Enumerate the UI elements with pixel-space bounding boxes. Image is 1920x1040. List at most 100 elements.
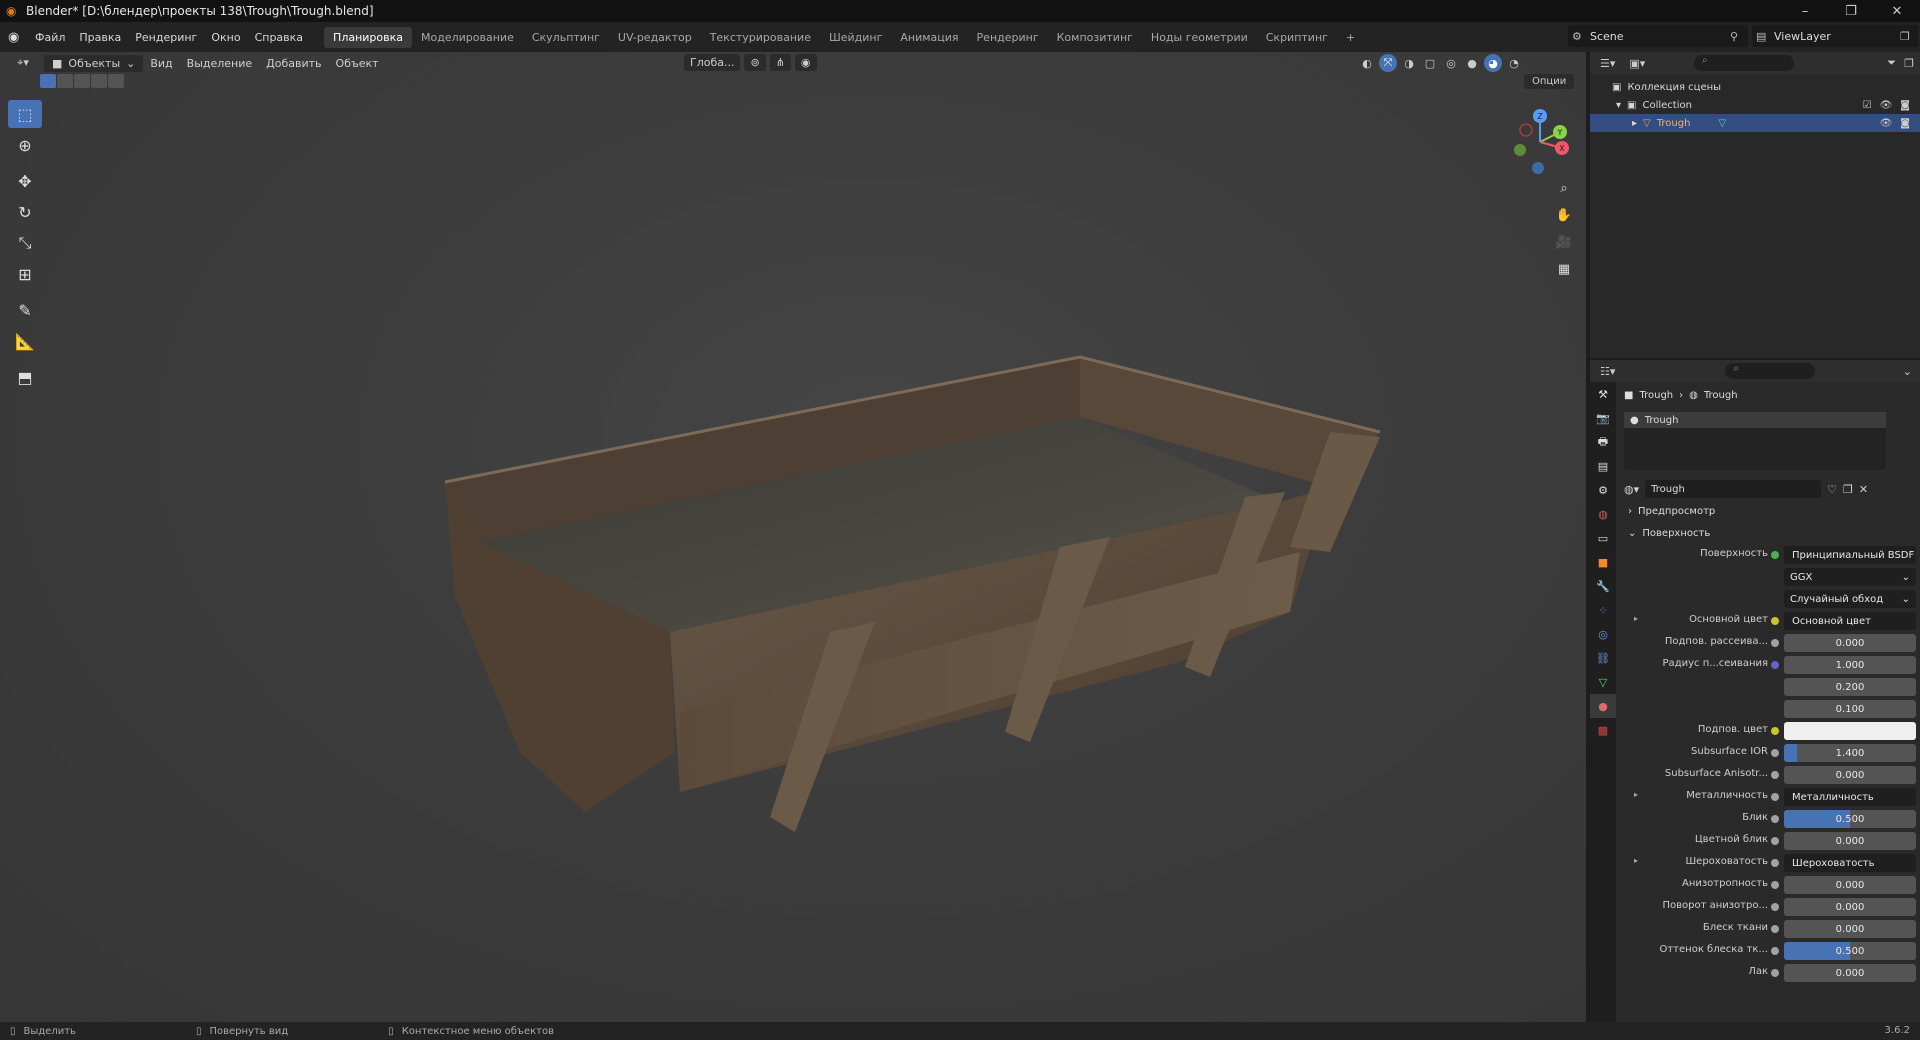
- mesh-data-icon[interactable]: ▽: [1718, 118, 1726, 129]
- property-field[interactable]: 0.000: [1784, 876, 1916, 894]
- property-field[interactable]: 0.000: [1784, 766, 1916, 784]
- physics-tab-icon[interactable]: ◎: [1590, 622, 1616, 646]
- tab-rendering[interactable]: Рендеринг: [968, 27, 1048, 48]
- blender-menu-icon[interactable]: ◉: [8, 30, 28, 45]
- socket-icon[interactable]: [1771, 793, 1779, 801]
- transform-tool-icon[interactable]: ⊞: [8, 260, 42, 288]
- menu-view[interactable]: Вид: [143, 57, 179, 70]
- material-slot-list[interactable]: ● Trough: [1624, 412, 1886, 470]
- outliner-search-input[interactable]: ⌕: [1694, 55, 1794, 71]
- socket-icon[interactable]: [1771, 969, 1779, 977]
- property-field[interactable]: 0.000: [1784, 920, 1916, 938]
- gizmo-neg-z[interactable]: [1532, 162, 1544, 174]
- menu-add[interactable]: Добавить: [259, 57, 328, 70]
- add-workspace-button[interactable]: +: [1337, 27, 1364, 48]
- particles-tab-icon[interactable]: ⁘: [1590, 598, 1616, 622]
- property-field[interactable]: 0.000: [1784, 898, 1916, 916]
- rendered-shading-icon[interactable]: ◔: [1505, 54, 1523, 72]
- pivot-icon[interactable]: ⊚: [744, 54, 766, 71]
- menu-window[interactable]: Окно: [204, 31, 247, 44]
- checkbox-icon[interactable]: ☑: [1863, 100, 1872, 111]
- gizmo-neg-x[interactable]: [1519, 123, 1533, 137]
- select-box-tool-icon[interactable]: ⬚: [8, 100, 42, 128]
- properties-search-input[interactable]: ⌕: [1725, 363, 1816, 379]
- modifier-tab-icon[interactable]: 🔧: [1590, 574, 1616, 598]
- color-swatch[interactable]: [1784, 722, 1916, 740]
- 3d-viewport[interactable]: ⌖▾ ■ Объекты ⌄ Вид Выделение Добавить Об…: [0, 52, 1586, 1022]
- select-intersect-icon[interactable]: [108, 74, 124, 88]
- property-dropdown[interactable]: Случайный обход ⌄: [1784, 590, 1916, 608]
- new-collection-icon[interactable]: ❐: [1904, 57, 1914, 70]
- filter-icon[interactable]: ⏷: [1887, 56, 1896, 70]
- camera-icon[interactable]: ◙: [1900, 118, 1910, 129]
- pan-hand-icon[interactable]: ✋: [1552, 203, 1576, 227]
- tab-geometry-nodes[interactable]: Ноды геометрии: [1142, 27, 1257, 48]
- minimize-button[interactable]: –: [1782, 0, 1828, 22]
- scene-selector[interactable]: ⚙ Scene ⚲: [1568, 25, 1748, 47]
- menu-render[interactable]: Рендеринг: [128, 31, 204, 44]
- menu-edit[interactable]: Правка: [72, 31, 128, 44]
- maximize-button[interactable]: ❐: [1828, 0, 1874, 22]
- chevron-down-icon[interactable]: ⌄: [1903, 365, 1912, 378]
- surface-panel-header[interactable]: ⌄ Поверхность: [1620, 522, 1920, 544]
- measure-tool-icon[interactable]: 📐: [8, 327, 42, 355]
- property-field[interactable]: 0.000: [1784, 964, 1916, 982]
- socket-icon[interactable]: [1771, 859, 1779, 867]
- ortho-grid-icon[interactable]: ▦: [1552, 257, 1576, 281]
- display-mode-icon[interactable]: ▣▾: [1629, 57, 1645, 70]
- socket-icon[interactable]: [1771, 727, 1779, 735]
- property-field[interactable]: 0.500: [1784, 810, 1916, 828]
- move-tool-icon[interactable]: ✥: [8, 167, 42, 195]
- navigation-gizmo[interactable]: Y X Z: [1500, 102, 1580, 182]
- property-field[interactable]: 0.500: [1784, 942, 1916, 960]
- constraints-tab-icon[interactable]: ⛓: [1590, 646, 1616, 670]
- view-layer-tab-icon[interactable]: ▤: [1590, 454, 1616, 478]
- menu-file[interactable]: Файл: [28, 31, 72, 44]
- select-invert-icon[interactable]: [91, 74, 107, 88]
- trough-model[interactable]: [420, 292, 1400, 912]
- orientation-dropdown[interactable]: Глоба...: [684, 54, 741, 71]
- outliner-row-scene-collection[interactable]: ▣ Коллекция сцены: [1590, 78, 1920, 96]
- data-tab-icon[interactable]: ▽: [1590, 670, 1616, 694]
- overlays-icon[interactable]: ◑: [1400, 54, 1418, 72]
- material-slot[interactable]: ● Trough: [1624, 412, 1886, 428]
- tab-texture-paint[interactable]: Текстурирование: [701, 27, 820, 48]
- menu-object[interactable]: Объект: [329, 57, 386, 70]
- gizmo-neg-y[interactable]: [1514, 144, 1526, 156]
- select-extend-icon[interactable]: [57, 74, 73, 88]
- property-field[interactable]: 1.000: [1784, 656, 1916, 674]
- solid-shading-icon[interactable]: ●: [1463, 54, 1481, 72]
- expand-arrow-icon[interactable]: ▸: [1634, 856, 1638, 865]
- preview-panel-header[interactable]: › Предпросмотр: [1620, 500, 1920, 522]
- camera-icon[interactable]: ◙: [1900, 100, 1910, 111]
- options-dropdown[interactable]: Опции: [1524, 74, 1575, 89]
- collection-tab-icon[interactable]: ▭: [1590, 526, 1616, 550]
- eye-icon[interactable]: 👁: [1880, 100, 1893, 111]
- socket-icon[interactable]: [1771, 925, 1779, 933]
- camera-view-icon[interactable]: 🎥: [1552, 230, 1576, 254]
- property-field[interactable]: 1.400: [1784, 744, 1916, 762]
- expand-arrow-icon[interactable]: ▸: [1634, 790, 1638, 799]
- tool-tab-icon[interactable]: ⚒: [1590, 382, 1616, 406]
- outliner-row-trough[interactable]: ▸ ▽ Trough ▽ 👁 ◙: [1590, 114, 1920, 132]
- select-set-icon[interactable]: [40, 74, 56, 88]
- expand-arrow-icon[interactable]: ▾: [1616, 100, 1621, 111]
- socket-icon[interactable]: [1771, 771, 1779, 779]
- scale-tool-icon[interactable]: ⤡: [8, 229, 42, 257]
- tab-scripting[interactable]: Скриптинг: [1257, 27, 1337, 48]
- editor-type-icon[interactable]: ⌖▾: [8, 54, 38, 72]
- property-field[interactable]: 0.200: [1784, 678, 1916, 696]
- material-name-field[interactable]: Trough: [1645, 480, 1822, 498]
- close-button[interactable]: ✕: [1874, 0, 1920, 22]
- outliner-row-collection[interactable]: ▾ ▣ Collection ☑ 👁 ◙: [1590, 96, 1920, 114]
- property-field[interactable]: 0.100: [1784, 700, 1916, 718]
- socket-icon[interactable]: [1771, 837, 1779, 845]
- tab-layout[interactable]: Планировка: [324, 26, 413, 48]
- expand-arrow-icon[interactable]: ▸: [1632, 118, 1637, 129]
- tab-sculpting[interactable]: Скульптинг: [523, 27, 609, 48]
- texture-tab-icon[interactable]: ▩: [1590, 718, 1616, 742]
- material-preview-icon[interactable]: ◕: [1484, 54, 1502, 72]
- eye-icon[interactable]: 👁: [1880, 118, 1893, 129]
- pin-icon[interactable]: ⚲: [1730, 30, 1748, 43]
- output-tab-icon[interactable]: 🖶: [1590, 430, 1616, 454]
